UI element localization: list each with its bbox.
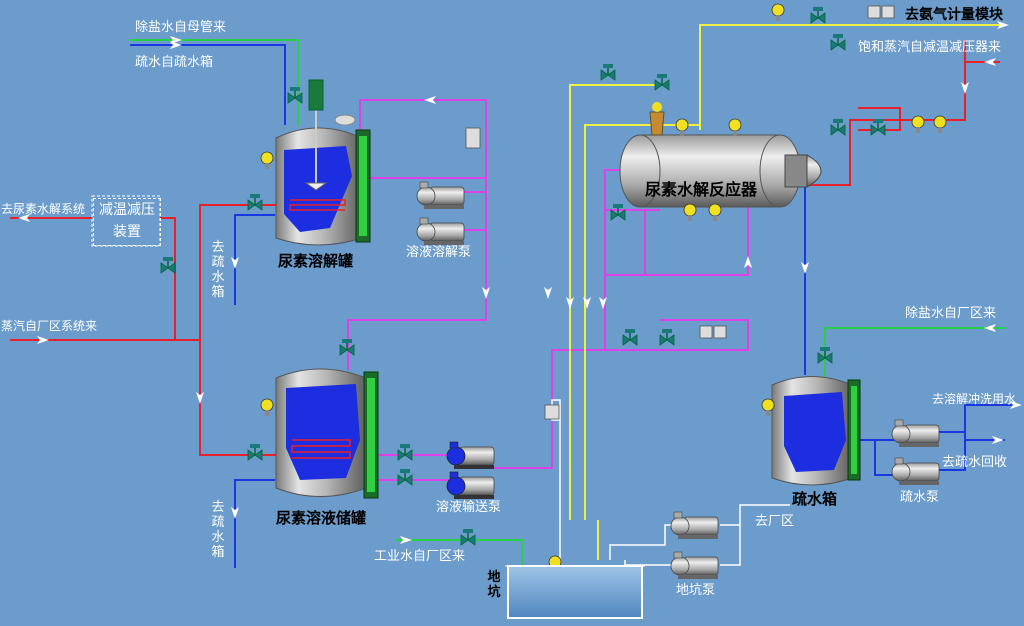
- pit-lines: [551, 399, 790, 566]
- label-steam-from-plant: 蒸汽自厂区系统来: [1, 319, 98, 333]
- title-reactor: 尿素水解反应器: [645, 180, 758, 199]
- label-to-urea-hydro: 去尿素水解系统: [1, 202, 86, 216]
- label-to-drain-1: 去疏水箱: [211, 240, 225, 300]
- desalt-lines: [130, 39, 1005, 565]
- pit: [505, 565, 645, 619]
- storage-tank: [275, 368, 379, 499]
- label-desuper: 减温减压装置: [93, 198, 161, 246]
- dissolve-tank: [275, 79, 371, 246]
- drain-tank: [771, 376, 861, 486]
- flow-arrows: [18, 21, 1022, 544]
- label-drain-pump: 疏水泵: [900, 490, 940, 505]
- label-to-ammonia: 去氨气计量模块: [905, 7, 1003, 23]
- label-transfer-pump: 溶液输送泵: [436, 500, 502, 515]
- label-pit: 地坑: [487, 570, 501, 600]
- label-to-drain-2: 去疏水箱: [211, 500, 225, 560]
- label-to-flush: 去溶解冲洗用水: [932, 392, 1017, 406]
- label-pit-pump: 地坑泵: [676, 583, 716, 598]
- label-industrial-water: 工业水自厂区来: [374, 549, 466, 564]
- title-storage-tank: 尿素溶液储罐: [276, 509, 367, 527]
- label-drain-return: 去疏水回收: [942, 455, 1008, 470]
- title-drain-tank: 疏水箱: [792, 490, 838, 508]
- water-lines: [130, 44, 1018, 568]
- title-dissolve-tank: 尿素溶解罐: [278, 252, 354, 270]
- label-desalt-plant: 除盐水自厂区来: [905, 306, 997, 321]
- label-to-plant: 去厂区: [755, 514, 795, 529]
- label-hydro-tank: 疏水自疏水箱: [135, 55, 214, 70]
- label-desalt-main: 除盐水自母管来: [135, 20, 227, 35]
- label-sat-steam: 饱和蒸汽自减温减压器来: [858, 40, 1002, 55]
- pumps: [416, 181, 940, 580]
- label-dissolve-pump: 溶液溶解泵: [406, 245, 472, 260]
- process-diagram: [10, 3, 1022, 619]
